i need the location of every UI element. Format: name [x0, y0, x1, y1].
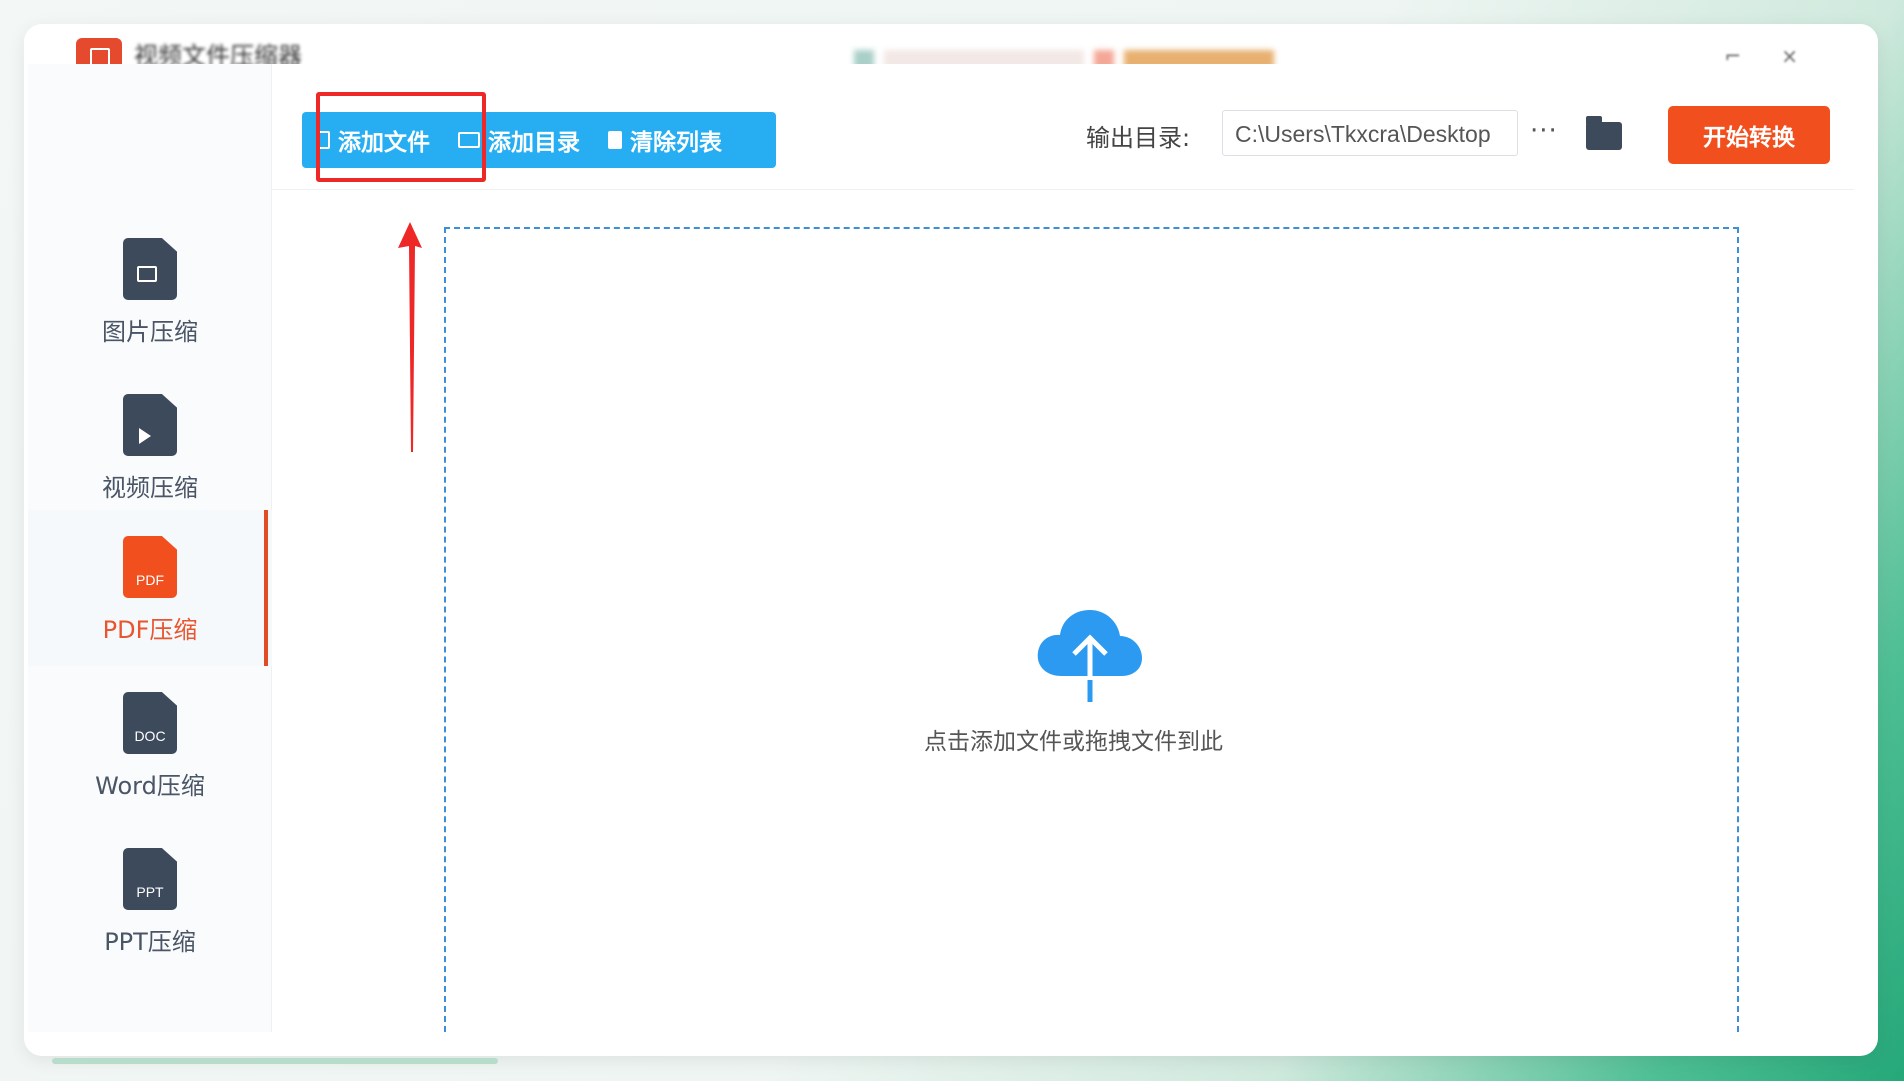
sidebar-item-video-compress[interactable]: 视频压缩 — [28, 368, 272, 524]
annotation-arrow-icon — [398, 222, 422, 452]
output-dir-input[interactable]: C:\Users\Tkxcra\Desktop — [1222, 110, 1518, 156]
ppt-tag: PPT — [136, 884, 164, 900]
sidebar-item-word-compress[interactable]: DOC Word压缩 — [28, 666, 272, 822]
annotation-highlight-box — [316, 92, 486, 182]
active-indicator — [264, 510, 268, 666]
horizontal-scrollbar[interactable] — [52, 1058, 498, 1064]
more-options-button[interactable]: ··· — [1530, 116, 1558, 146]
pdf-file-icon: PDF — [123, 536, 177, 598]
sidebar-item-label: 图片压缩 — [102, 318, 198, 346]
sidebar: 图片压缩 视频压缩 PDF PDF压缩 DOC Word压缩 PPT PPT压缩 — [28, 64, 272, 1032]
sidebar-item-label: 视频压缩 — [102, 474, 198, 502]
trash-icon — [608, 131, 622, 149]
sidebar-item-pdf-compress[interactable]: PDF PDF压缩 — [28, 510, 272, 666]
doc-file-icon: DOC — [123, 692, 177, 754]
ppt-file-icon: PPT — [123, 848, 177, 910]
start-convert-button[interactable]: 开始转换 — [1668, 106, 1830, 164]
sidebar-item-label: PDF压缩 — [102, 616, 198, 644]
open-folder-icon[interactable] — [1586, 116, 1622, 150]
image-file-icon — [123, 238, 177, 300]
output-dir-label: 输出目录: — [1086, 124, 1191, 152]
output-dir-value: C:\Users\Tkxcra\Desktop — [1235, 121, 1491, 147]
clear-list-button[interactable]: 清除列表 — [594, 112, 736, 168]
add-folder-label: 添加目录 — [488, 130, 580, 156]
sidebar-item-image-compress[interactable]: 图片压缩 — [28, 212, 272, 368]
drop-hint-text: 点击添加文件或拖拽文件到此 — [924, 729, 1223, 755]
cloud-upload-icon — [1037, 610, 1142, 702]
sidebar-item-label: PPT压缩 — [104, 928, 196, 956]
clear-list-label: 清除列表 — [630, 130, 722, 156]
sidebar-item-label: Word压缩 — [95, 772, 205, 800]
pdf-tag: PDF — [136, 572, 164, 588]
doc-tag: DOC — [134, 728, 166, 744]
video-file-icon — [123, 394, 177, 456]
sidebar-item-ppt-compress[interactable]: PPT PPT压缩 — [28, 822, 272, 978]
